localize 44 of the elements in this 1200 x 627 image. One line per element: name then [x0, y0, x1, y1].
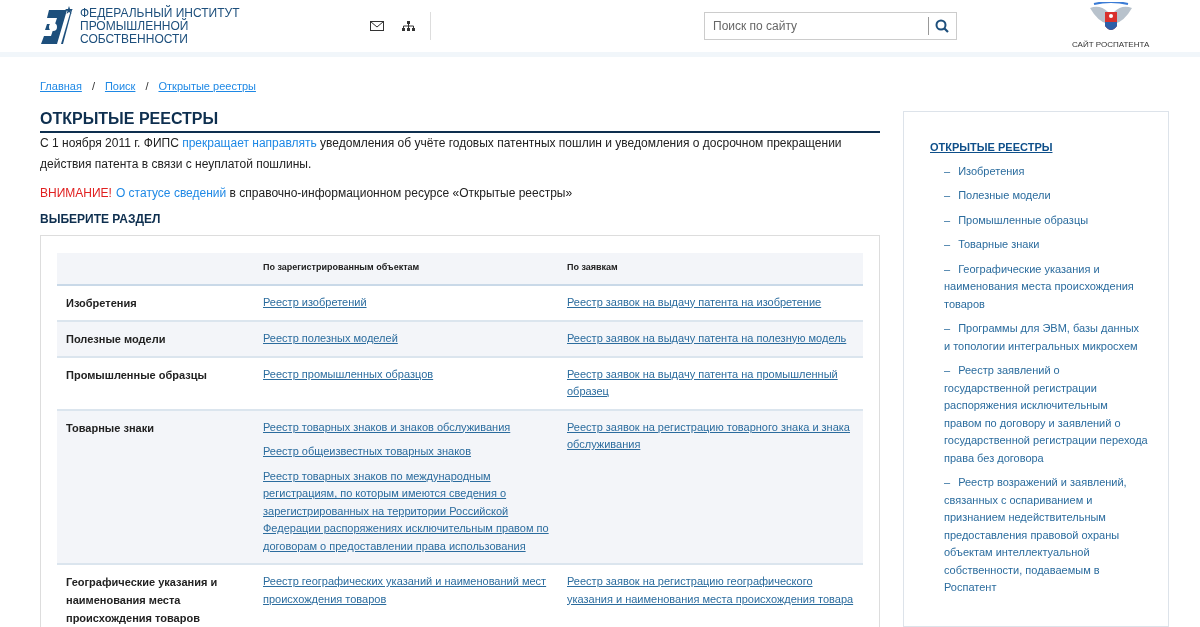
page-title: ОТКРЫТЫЕ РЕЕСТРЫ [40, 108, 880, 133]
registry-link[interactable]: Реестр заявок на выдачу патента на полезную модель [567, 329, 855, 347]
sidebar-link[interactable]: – Реестр возражений и заявлений, связанных с оспариванием и признанием недействительным предоставления правовой охраны объектам интеллектуальной собственности, подаваемым в Роспатент [930, 474, 1148, 597]
sidebar-link[interactable]: – Полезные модели [930, 187, 1148, 205]
category-cell: Промышленные образцы [57, 356, 263, 410]
breadcrumb-separator: / [91, 79, 95, 94]
notice-link[interactable]: О статусе сведений [115, 185, 227, 200]
registry-link[interactable]: Реестр географических указаний и наименований мест происхождения товаров [263, 573, 551, 608]
registry-link[interactable]: Реестр товарных знаков по международным регистрациям, по которым имеются сведения о зарегистрированных на территории Российской Федерации распоряжениях исключительным правом по договорам о предоставлении права использования [263, 467, 551, 555]
registry-link[interactable]: Реестр заявок на регистрацию товарного знака и знака обслуживания [567, 418, 855, 454]
section-heading: ВЫБЕРИТЕ РАЗДЕЛ [40, 210, 162, 228]
column-header: По заявкам [567, 252, 863, 285]
sidebar-link[interactable]: – Географические указания и наименования места происхождения товаров [930, 260, 1148, 313]
category-cell: Полезные модели [57, 320, 263, 357]
category-cell: Географические указания и наименования места происхождения товаров [57, 564, 263, 627]
notice-link[interactable]: прекращает направлять [182, 135, 317, 150]
category-cell: Изобретения [57, 284, 263, 321]
mail-icon[interactable] [370, 21, 384, 31]
registry-link[interactable]: Реестр полезных моделей [263, 329, 551, 347]
registry-link[interactable]: Реестр товарных знаков и знаков обслуживания [263, 418, 551, 436]
category-cell: Товарные знаки [57, 409, 263, 564]
sidebar-link[interactable]: – Реестр заявлений о государственной регистрации распоряжения исключительным правом по договору и заявлений о государственной регистрации перехода права без договора [930, 362, 1148, 467]
breadcrumb-link[interactable]: Главная [40, 78, 82, 95]
rospatent-link[interactable]: САЙТ РОСПАТЕНТА [1072, 38, 1150, 51]
sidebar-link[interactable]: – Изобретения [930, 162, 1148, 180]
institute-name[interactable]: ФЕДЕРАЛЬНЫЙ ИНСТИТУТ ПРОМЫШЛЕННОЙ СОБСТВЕННОСТИ [80, 6, 245, 46]
breadcrumb-separator: / [145, 79, 149, 94]
sidebar-link[interactable]: – Программы для ЭВМ, базы данных и топологии интегральных микросхем [930, 320, 1148, 355]
sidebar-link[interactable]: – Промышленные образцы [930, 211, 1148, 229]
breadcrumb-link[interactable]: Открытые реестры [158, 78, 256, 95]
registry-link[interactable]: Реестр общеизвестных товарных знаков [263, 443, 551, 461]
sitemap-icon[interactable] [402, 20, 415, 32]
notice-text: ВНИМАНИЕ! О статусе сведений в справочно-информационном ресурсе «Открытые реестры» [40, 184, 574, 202]
notice-text: С 1 ноября 2011 г. ФИПС прекращает направлять уведомления об учёте годовых патентных пошлин и уведомления о досрочном прекращении действия патента в связи с неуплатой пошлины. [40, 134, 843, 173]
institute-logo-icon [39, 6, 73, 46]
sidebar-title-link[interactable]: ОТКРЫТЫЕ РЕЕСТРЫ [930, 139, 1148, 156]
registry-link[interactable]: Реестр промышленных образцов [263, 365, 551, 383]
sidebar-link[interactable]: – Товарные знаки [930, 236, 1148, 254]
breadcrumb-link[interactable]: Поиск [104, 78, 136, 95]
registry-link[interactable]: Реестр заявок на регистрацию географического указания и наименования места происхождения товара [567, 573, 855, 608]
registry-link[interactable]: Реестр заявок на выдачу патента на изобретение [567, 293, 855, 311]
registry-link[interactable]: Реестр изобретений [263, 293, 551, 311]
registry-link[interactable]: Реестр заявок на выдачу патента на промышленный образец [567, 365, 855, 401]
column-header: По зарегистрированным объектам [263, 252, 567, 285]
